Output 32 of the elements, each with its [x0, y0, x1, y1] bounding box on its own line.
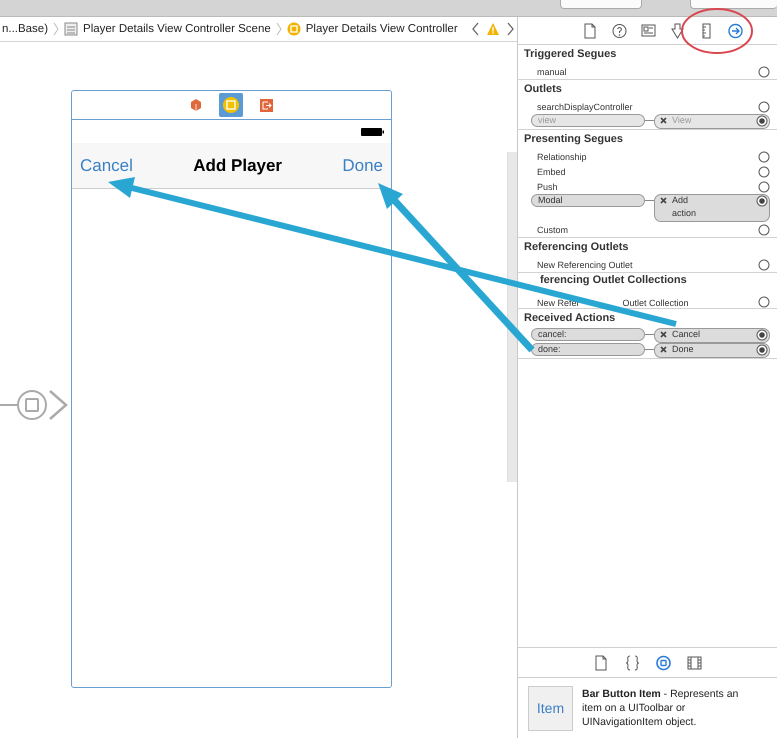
connection-source[interactable]: done: [531, 343, 645, 356]
outlet-label: manual [537, 66, 568, 76]
connection-source[interactable]: cancel: [531, 328, 645, 341]
connection-target-label: View [672, 114, 692, 127]
outlet-label: Embed [537, 166, 567, 176]
section-header: Received Actions [523, 311, 616, 326]
breadcrumb-item[interactable]: Player Details View Controller [306, 23, 458, 35]
outlet-label: searchDisplayController [537, 102, 634, 112]
section-header: Outlets [523, 82, 563, 97]
connection-source[interactable]: Modal [531, 194, 645, 207]
cancel-button[interactable]: Cancel [80, 156, 133, 176]
outlet-label: Outlet Collection [622, 298, 690, 308]
outlet-label: Custom [537, 224, 570, 234]
breadcrumb-item[interactable]: Player Details View Controller Scene [83, 23, 271, 35]
bar-button-item-thumbnail[interactable]: Item [528, 686, 573, 730]
section-header: Triggered Segues [523, 47, 618, 62]
outlet-label: New Referencing Outlet [537, 260, 634, 270]
outlet-label: Push [537, 182, 559, 192]
section-header: Referencing Outlets [523, 240, 630, 255]
item-description: Bar Button Item - Represents an item on a UIToolbar or UINavigationItem object. [582, 687, 740, 729]
section-header: ferencing Outlet Collections [539, 273, 688, 288]
connection-target-label: Add action [672, 194, 698, 220]
navigation-title: Add Player [193, 156, 282, 176]
connection-target-label: Done [672, 343, 695, 356]
outlet-label: Relationship [537, 152, 588, 162]
done-button[interactable]: Done [342, 156, 383, 176]
connection-target-label: Cancel [672, 328, 702, 341]
section-header: Presenting Segues [523, 132, 624, 147]
connection-target[interactable]: Add action [654, 194, 770, 222]
connection-target[interactable]: Cancel [654, 328, 770, 343]
breadcrumb-item[interactable]: n...Base) [2, 23, 48, 35]
connection-target[interactable]: Done [654, 343, 770, 358]
